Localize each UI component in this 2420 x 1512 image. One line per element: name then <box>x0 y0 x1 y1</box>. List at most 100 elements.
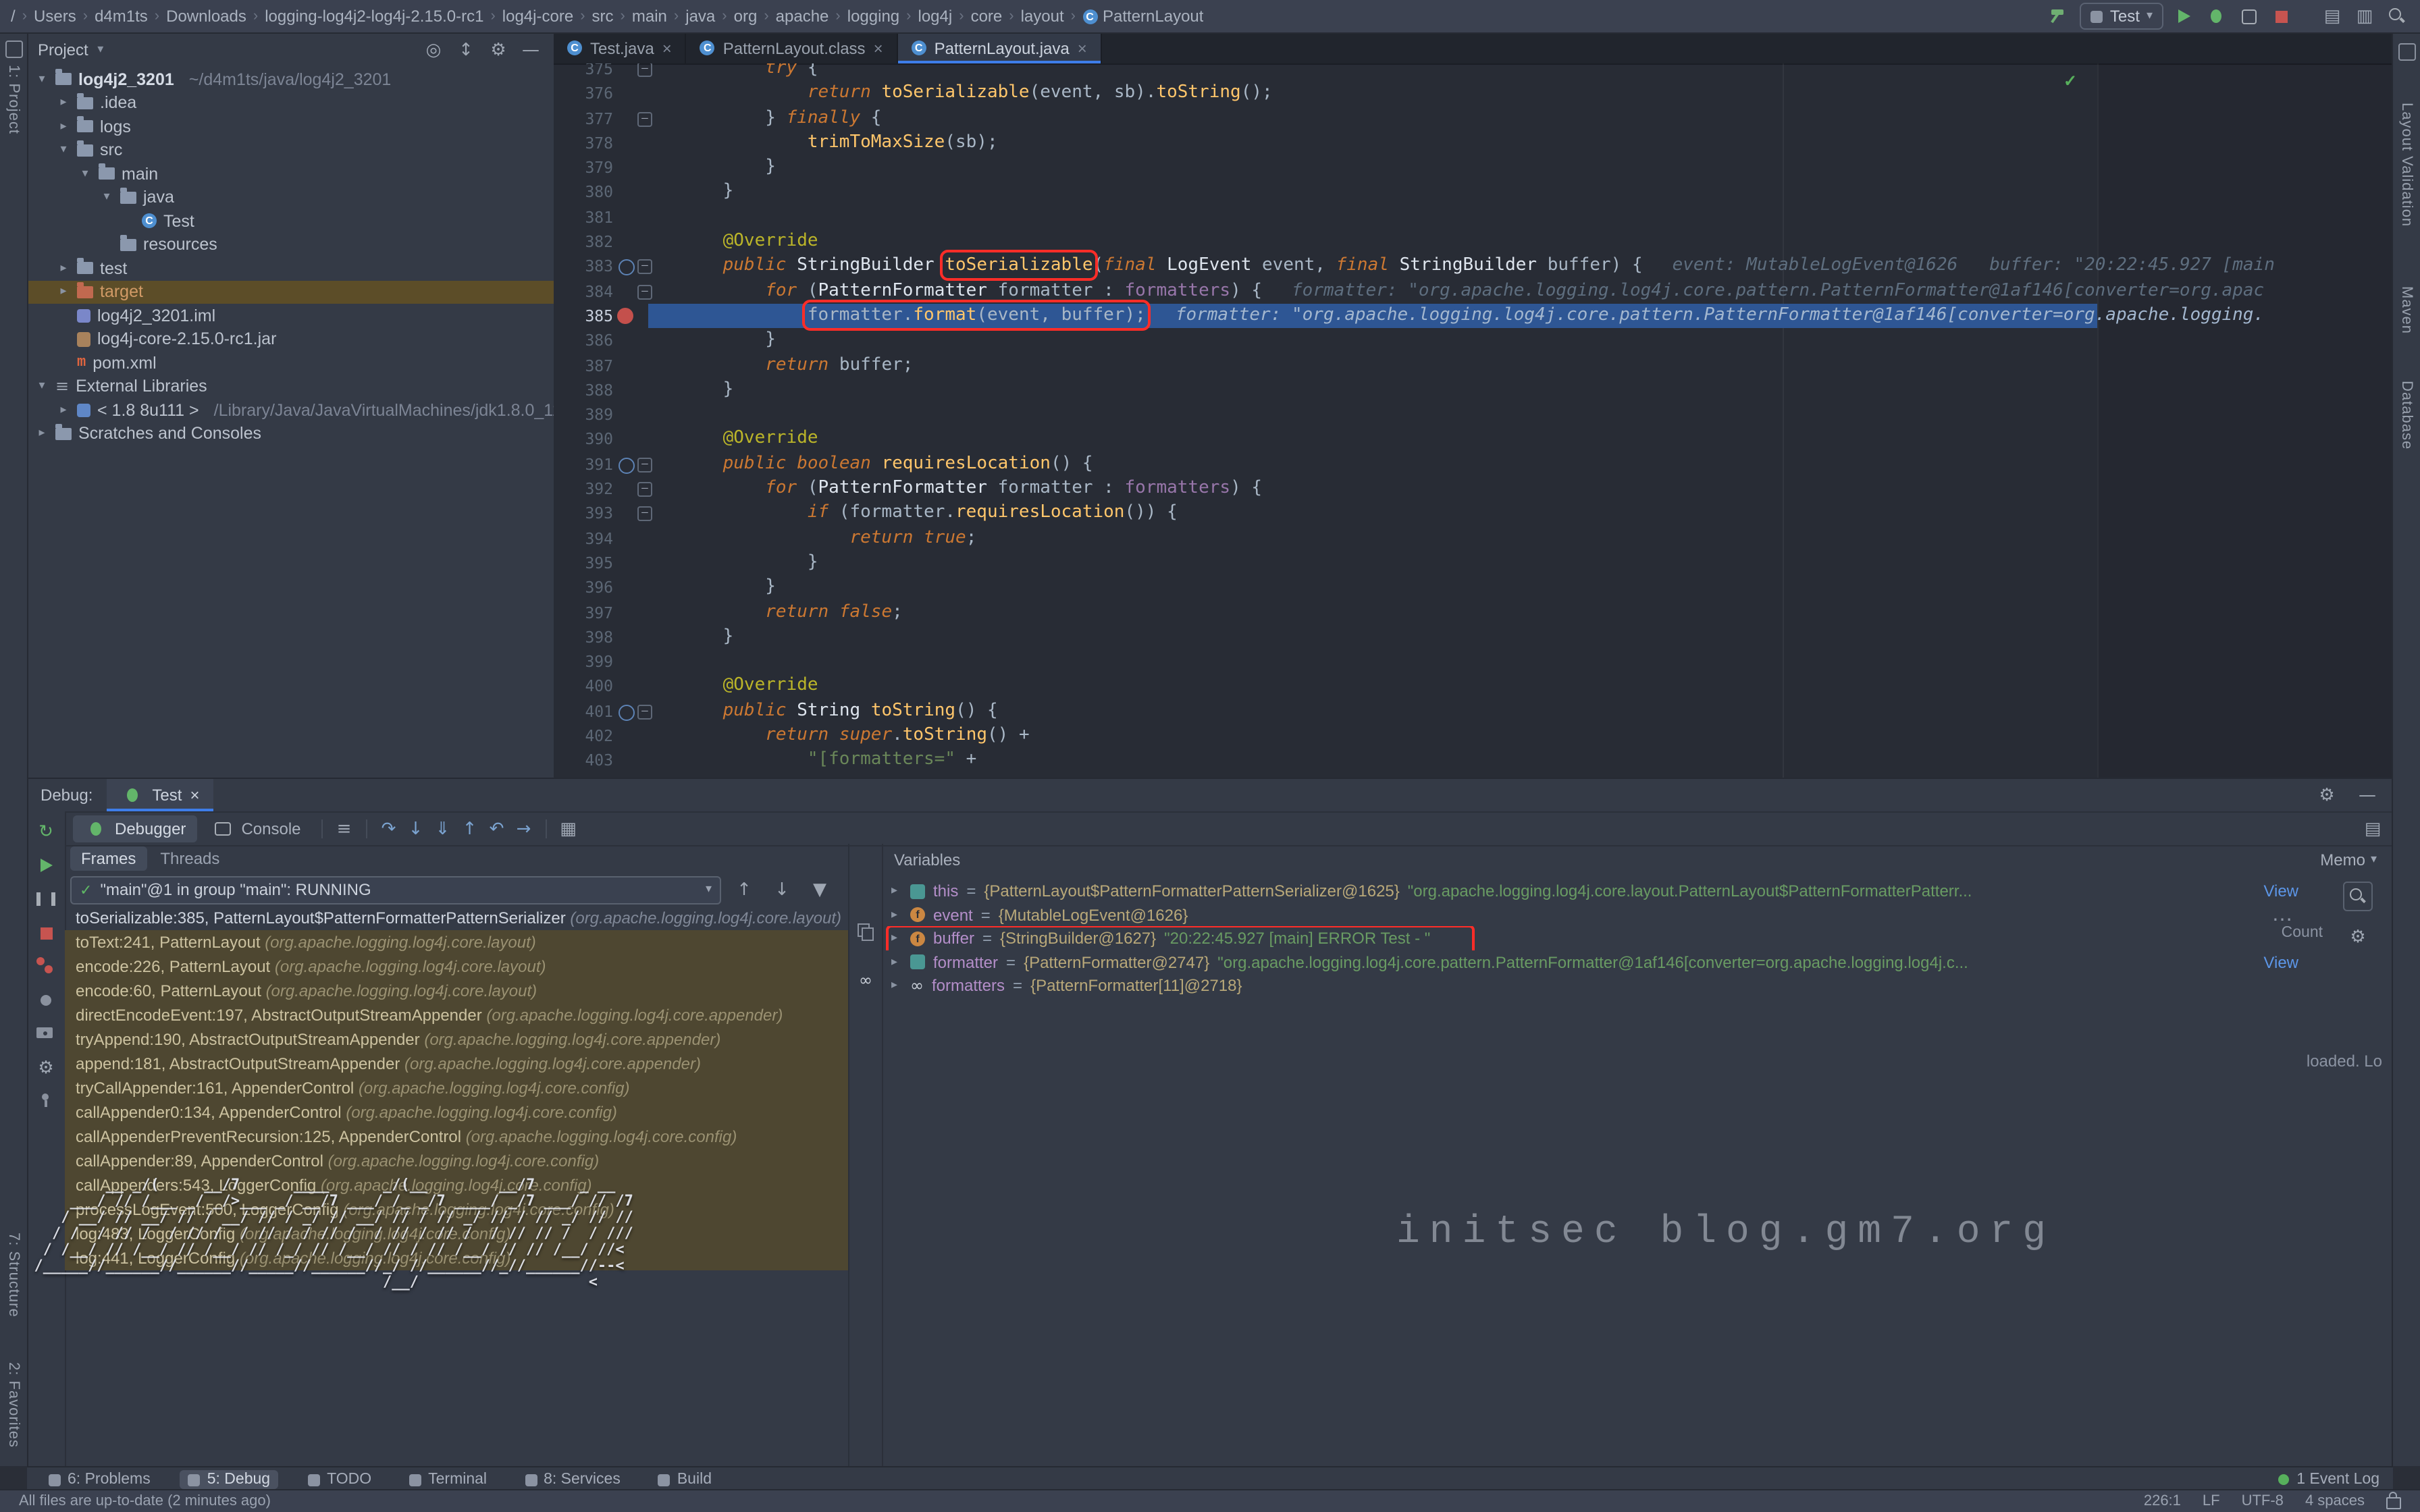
line-number[interactable]: 402 <box>554 724 613 749</box>
editor-tab[interactable]: CPatternLayout.class× <box>687 32 898 63</box>
settings-gear-icon[interactable]: ⚙ <box>486 38 510 62</box>
resume-icon[interactable] <box>34 853 58 878</box>
step-out-icon[interactable]: ↑ <box>458 817 482 841</box>
code-line[interactable]: 388 } <box>554 378 2393 403</box>
tree-item[interactable]: ▸target <box>27 280 554 304</box>
code-line[interactable]: 379 } <box>554 155 2393 180</box>
code-line[interactable]: 396 } <box>554 575 2393 600</box>
frame-row[interactable]: callAppenders:543, LoggerConfig (org.apa… <box>65 1173 848 1197</box>
toolwindow-button-terminal[interactable]: Terminal <box>401 1470 495 1489</box>
close-icon[interactable]: × <box>190 786 199 805</box>
line-number[interactable]: 389 <box>554 402 613 427</box>
frame-row[interactable]: processLogEvent:500, LoggerConfig (org.a… <box>65 1197 848 1222</box>
override-gutter-icon[interactable] <box>619 458 635 474</box>
code-line[interactable]: 402 return super.toString() + <box>554 724 2393 749</box>
tab-frames[interactable]: Frames <box>70 846 147 871</box>
close-icon[interactable]: × <box>874 38 883 57</box>
breakpoint-icon[interactable] <box>617 308 633 324</box>
frame-row[interactable]: encode:226, PatternLayout (org.apache.lo… <box>65 954 848 979</box>
thread-selector[interactable]: ✓ "main"@1 in group "main": RUNNING ▾ <box>70 875 721 904</box>
tree-item[interactable]: ▸logs <box>27 115 554 138</box>
tree-item[interactable]: CTest <box>27 209 554 233</box>
code-line[interactable]: 397 return false; <box>554 600 2393 625</box>
code-line[interactable]: 386 } <box>554 329 2393 354</box>
force-step-into-icon[interactable]: ⇓ <box>431 817 455 841</box>
stop-icon[interactable] <box>2269 4 2293 28</box>
infinity-icon[interactable]: ∞ <box>853 968 878 992</box>
indent-setting[interactable]: 4 spaces <box>2305 1493 2365 1509</box>
line-number[interactable]: 403 <box>554 749 613 774</box>
stripe-item-favorites[interactable]: 2: Favorites <box>5 1361 22 1447</box>
line-number[interactable]: 376 <box>554 82 613 107</box>
locate-icon[interactable]: ◎ <box>421 38 446 62</box>
line-number[interactable]: 386 <box>554 329 613 354</box>
line-number[interactable]: 380 <box>554 180 613 205</box>
breadcrumb-item[interactable]: logging <box>847 7 899 26</box>
debug-session-tab[interactable]: Test × <box>106 779 213 811</box>
line-number[interactable]: 390 <box>554 427 613 452</box>
step-over-icon[interactable]: ↷ <box>377 817 401 841</box>
breadcrumb-item[interactable]: layout <box>1021 7 1064 26</box>
code-line[interactable]: 395 } <box>554 551 2393 576</box>
search-icon[interactable] <box>2385 4 2409 28</box>
coverage-icon[interactable] <box>2236 4 2261 28</box>
debug-bug-icon[interactable] <box>2204 4 2228 28</box>
editor-tab[interactable]: CTest.java× <box>554 32 687 63</box>
chevron-right-icon[interactable]: ▸ <box>57 120 70 134</box>
fold-marker[interactable]: – <box>637 260 652 275</box>
restore-layout-icon[interactable]: ▤ <box>2361 817 2385 841</box>
variable-row[interactable]: ▸this = {PatternLayout$PatternFormatterP… <box>880 879 2393 903</box>
chevron-down-icon[interactable]: ▾ <box>35 380 49 394</box>
chevron-right-icon[interactable]: ▸ <box>57 262 70 275</box>
hide-icon[interactable]: — <box>519 38 543 62</box>
stripe-item-project[interactable]: 1: Project <box>5 65 22 134</box>
line-number[interactable]: 385 <box>554 304 613 329</box>
breadcrumb-root[interactable]: / <box>11 7 16 26</box>
toolwindow-button-build[interactable]: Build <box>650 1470 720 1489</box>
stripe-item-structure[interactable]: 7: Structure <box>5 1233 22 1318</box>
line-number[interactable]: 401 <box>554 699 613 724</box>
hide-icon[interactable]: — <box>2355 783 2379 807</box>
frame-row[interactable]: toSerializable:385, PatternLayout$Patter… <box>65 906 848 930</box>
line-number[interactable]: 382 <box>554 230 613 254</box>
up-icon[interactable]: ↑ <box>732 878 756 902</box>
breadcrumb-item[interactable]: main <box>632 7 667 26</box>
tree-item[interactable]: ▸test <box>27 256 554 280</box>
chevron-right-icon[interactable]: ▸ <box>57 286 70 299</box>
run-play-icon[interactable] <box>2172 4 2196 28</box>
expand-collapse-icon[interactable]: ↕ <box>454 38 478 62</box>
line-number[interactable]: 383 <box>554 254 613 279</box>
breadcrumb-item[interactable]: src <box>592 7 614 26</box>
variable-row[interactable]: ▸fbuffer = {StringBuilder@1627} "20:22:4… <box>880 926 2393 950</box>
breadcrumb-item[interactable]: Downloads <box>166 7 246 26</box>
frame-row[interactable]: append:181, AbstractOutputStreamAppender… <box>65 1052 848 1076</box>
drop-frame-icon[interactable]: ↶ <box>485 817 509 841</box>
code-line[interactable]: 403 "[formatters=" + <box>554 749 2393 774</box>
breadcrumb-item[interactable]: apache <box>776 7 829 26</box>
frame-row[interactable]: callAppender:89, AppenderControl (org.ap… <box>65 1149 848 1173</box>
code-line[interactable]: 390 @Override <box>554 427 2393 452</box>
fold-marker[interactable]: – <box>637 458 652 473</box>
frame-row[interactable]: encode:60, PatternLayout (org.apache.log… <box>65 979 848 1003</box>
override-gutter-icon[interactable] <box>619 704 635 720</box>
event-log-button[interactable]: 1 Event Log <box>2278 1472 2379 1488</box>
line-number[interactable]: 392 <box>554 477 613 502</box>
tree-item[interactable]: log4j-core-2.15.0-rc1.jar <box>27 327 554 351</box>
project-stripe-icon[interactable] <box>5 40 23 58</box>
chevron-right-icon[interactable]: ▸ <box>57 404 70 417</box>
code-line[interactable]: 393– if (formatter.requiresLocation()) { <box>554 502 2393 526</box>
lock-icon[interactable] <box>2386 1497 2401 1509</box>
chevron-down-icon[interactable]: ▾ <box>78 167 92 181</box>
fold-marker[interactable]: – <box>637 704 652 719</box>
line-number[interactable]: 391 <box>554 452 613 477</box>
frame-row[interactable]: toText:241, PatternLayout (org.apache.lo… <box>65 930 848 954</box>
code-line[interactable]: 382 @Override <box>554 230 2393 254</box>
chevron-right-icon[interactable]: ▸ <box>891 879 902 903</box>
fold-marker[interactable]: – <box>637 284 652 299</box>
breadcrumb-item[interactable]: java <box>685 7 715 26</box>
hamburger-icon[interactable]: ≡ <box>332 817 357 841</box>
breadcrumb-item[interactable]: log4j-core <box>502 7 573 26</box>
pause-icon[interactable] <box>34 887 58 911</box>
tree-item[interactable]: ▸.idea <box>27 91 554 115</box>
line-number[interactable]: 399 <box>554 649 613 674</box>
